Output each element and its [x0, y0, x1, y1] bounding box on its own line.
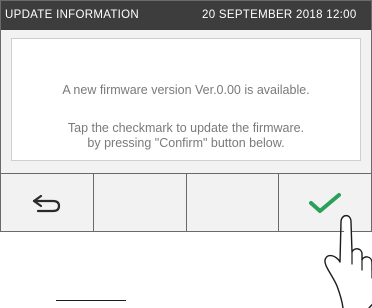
update-screen: UPDATE INFORMATION 20 SEPTEMBER 2018 12:… — [0, 0, 372, 232]
message-panel: A new firmware version Ver.0.00 is avail… — [11, 38, 361, 161]
back-button[interactable] — [1, 174, 94, 231]
date-time: 20 SEPTEMBER 2018 12:00 — [202, 9, 357, 21]
page-tab-marker — [56, 300, 126, 301]
screen-title: UPDATE INFORMATION — [5, 9, 140, 21]
message-instruction-line2: by pressing "Confirm" button below. — [87, 136, 285, 150]
title-bar: UPDATE INFORMATION 20 SEPTEMBER 2018 12:… — [1, 1, 371, 30]
back-arrow-icon — [32, 194, 60, 213]
message-instruction: Tap the checkmark to update the firmware… — [12, 121, 360, 151]
message-instruction-line1: Tap the checkmark to update the firmware… — [67, 121, 305, 135]
message-version-line: A new firmware version Ver.0.00 is avail… — [62, 83, 310, 97]
pointing-hand-icon — [324, 214, 372, 308]
empty-button-3 — [187, 174, 280, 231]
empty-button-2 — [94, 174, 187, 231]
